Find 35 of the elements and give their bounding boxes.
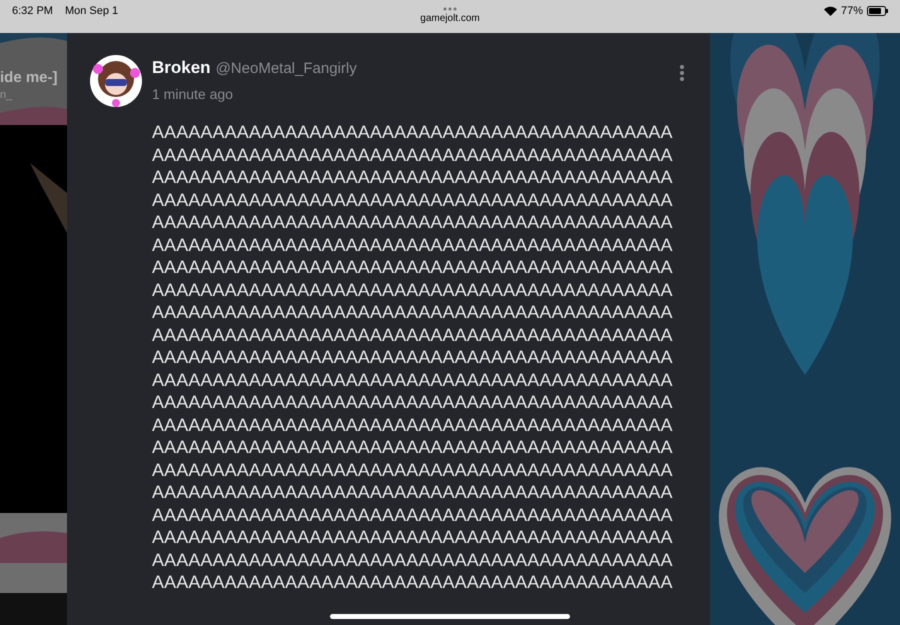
post-title: ide me-]: [0, 68, 58, 88]
post-text-line: AAAAAAAAAAAAAAAAAAAAAAAAAAAAAAAAAAAAAAAAAAA: [152, 278, 674, 301]
post-text-line: AAAAAAAAAAAAAAAAAAAAAAAAAAAAAAAAAAAAAAAAAAA: [152, 144, 674, 166]
post-text-line: AAAAAAAAAAAAAAAAAAAAAAAAAAAAAAAAAAAAAAAAAAA: [152, 571, 674, 594]
post-text-line: AAAAAAAAAAAAAAAAAAAAAAAAAAAAAAAAAAAAAAAAAAA: [152, 121, 674, 144]
post-text-line: AAAAAAAAAAAAAAAAAAAAAAAAAAAAAAAAAAAAAAAAAAA: [152, 368, 674, 391]
post-text-line: AAAAAAAAAAAAAAAAAAAAAAAAAAAAAAAAAAAAAAAAAAA: [152, 188, 674, 211]
url-label[interactable]: gamejolt.com: [420, 13, 480, 25]
username[interactable]: @NeoMetal_Fangirly: [216, 58, 357, 80]
battery-icon: [867, 6, 888, 16]
post-text-line: AAAAAAAAAAAAAAAAAAAAAAAAAAAAAAAAAAAAAAAAAAA: [152, 504, 674, 526]
post-text-line: AAAAAAAAAAAAAAAAAAAAAAAAAAAAAAAAAAAAAAAAAAA: [152, 256, 674, 278]
post-time: 1 minute ago: [152, 84, 234, 104]
post-text-line: AAAAAAAAAAAAAAAAAAAAAAAAAAAAAAAAAAAAAAAAAAA: [152, 211, 674, 234]
more-icon: [443, 7, 457, 11]
post-text-line: AAAAAAAAAAAAAAAAAAAAAAAAAAAAAAAAAAAAAAAAAAA: [152, 166, 674, 188]
post-text-line: AAAAAAAAAAAAAAAAAAAAAAAAAAAAAAAAAAAAAAAAAAA: [152, 526, 674, 548]
post-text-line: AAAAAAAAAAAAAAAAAAAAAAAAAAAAAAAAAAAAAAAAAAA: [152, 414, 674, 436]
post-text-line: AAAAAAAAAAAAAAAAAAAAAAAAAAAAAAAAAAAAAAAAAAA: [152, 301, 674, 324]
post-text-line: AAAAAAAAAAAAAAAAAAAAAAAAAAAAAAAAAAAAAAAAAAA: [152, 548, 674, 571]
battery-percent: 77%: [840, 4, 863, 19]
post-text-line: AAAAAAAAAAAAAAAAAAAAAAAAAAAAAAAAAAAAAAAAAAA: [152, 481, 674, 504]
post-text-line: AAAAAAAAAAAAAAAAAAAAAAAAAAAAAAAAAAAAAAAAAAA: [152, 458, 674, 481]
wifi-icon: [824, 6, 837, 16]
display-name[interactable]: Broken: [152, 55, 211, 80]
post-text-line: AAAAAAAAAAAAAAAAAAAAAAAAAAAAAAAAAAAAAAAAAAA: [152, 234, 674, 256]
post-text-line: AAAAAAAAAAAAAAAAAAAAAAAAAAAAAAAAAAAAAAAAAAA: [152, 324, 674, 346]
post-text-line: AAAAAAAAAAAAAAAAAAAAAAAAAAAAAAAAAAAAAAAAAAA: [152, 391, 674, 414]
post-text-line: AAAAAAAAAAAAAAAAAAAAAAAAAAAAAAAAAAAAAAAAAAA: [152, 436, 674, 458]
more-options-icon[interactable]: [680, 65, 684, 81]
date: Mon Sep 1: [64, 4, 118, 19]
author-label: n_: [0, 88, 12, 103]
clock: 6:32 PM: [12, 4, 53, 19]
post-text-line: AAAAAAAAAAAAAAAAAAAAAAAAAAAAAAAAAAAAAAAAAAA: [152, 346, 674, 368]
avatar: [90, 55, 142, 107]
